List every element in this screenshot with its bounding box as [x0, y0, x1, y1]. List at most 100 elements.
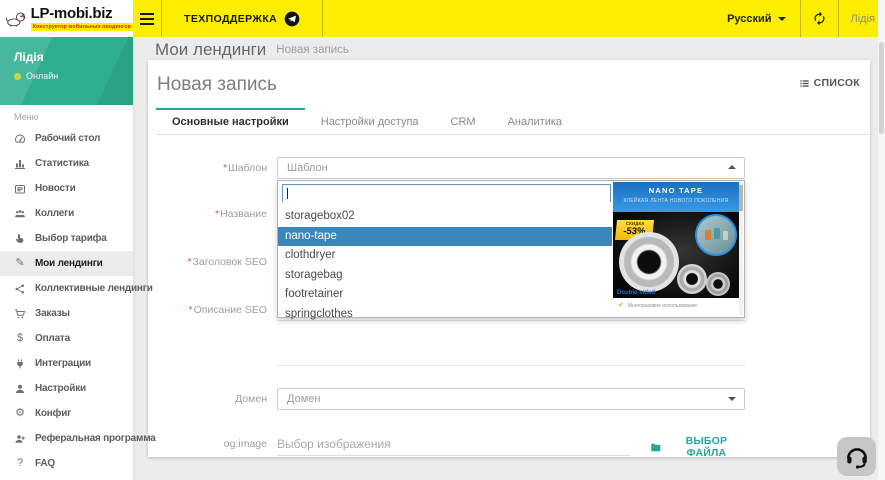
menu-label: Меню	[14, 112, 133, 122]
tape-roll-image	[706, 272, 730, 296]
language-label: Русский	[727, 13, 771, 25]
sidebar-item-referral[interactable]: Реферальная программа	[0, 426, 133, 451]
sidebar-item-orders[interactable]: Заказы	[0, 301, 133, 326]
sidebar-item-faq[interactable]: ? FAQ	[0, 451, 133, 476]
list-button-label: СПИСОК	[814, 77, 860, 89]
main-content: Мои лендинги Новая запись Новая запись С…	[133, 37, 885, 480]
preview-header: NANO TAPE КЛЕЙКАЯ ЛЕНТА НОВОГО ПОКОЛЕНИЯ	[613, 182, 739, 212]
list-button[interactable]: СПИСОК	[799, 77, 860, 89]
preview-title: NANO TAPE	[613, 187, 739, 195]
chevron-down-icon	[728, 397, 736, 401]
sidebar-item-payment[interactable]: $ Оплата	[0, 326, 133, 351]
tab-main-settings[interactable]: Основные настройки	[156, 108, 305, 134]
template-option-springclothes[interactable]: springclothes	[278, 305, 612, 325]
chevron-down-icon	[778, 17, 786, 21]
user-panel: Лідія Онлайн	[0, 37, 133, 105]
sidebar-menu: Рабочий стол Статистика Новости Коллеги …	[0, 126, 133, 476]
choose-file-label: ВЫБОР ФАЙЛА	[668, 435, 745, 459]
stats-icon	[13, 158, 27, 170]
og-image-placeholder: Выбор изображения	[277, 437, 391, 451]
headset-icon	[844, 444, 870, 470]
language-selector[interactable]: Русский	[713, 0, 799, 37]
menu-toggle-button[interactable]	[133, 0, 161, 37]
preview-feature-row: ✔ Многоразовое использование	[613, 298, 739, 313]
referral-icon	[13, 433, 27, 445]
online-status-dot	[14, 73, 21, 80]
preview-subtitle: КЛЕЙКАЯ ЛЕНТА НОВОГО ПОКОЛЕНИЯ	[613, 198, 739, 204]
template-field-row: *Шаблон Шаблон	[148, 157, 870, 179]
colleagues-icon	[13, 208, 27, 220]
refresh-icon	[812, 11, 827, 26]
dropdown-scrollbar[interactable]	[739, 183, 743, 315]
tab-access-settings[interactable]: Настройки доступа	[305, 108, 435, 134]
logo-title: LP-mobi.biz	[31, 6, 133, 21]
folder-icon	[650, 441, 662, 454]
tabs: Основные настройки Настройки доступа CRM…	[156, 108, 870, 135]
domain-field-row: Домен Домен	[148, 388, 870, 410]
dropdown-scrollbar-thumb[interactable]	[739, 185, 743, 211]
sidebar-item-collective-landings[interactable]: Коллективные лендинги	[0, 276, 133, 301]
sidebar-item-statistics[interactable]: Статистика	[0, 151, 133, 176]
page-scrollbar-thumb[interactable]	[879, 42, 884, 134]
card-title: Новая запись	[157, 74, 277, 96]
og-image-field-row: og:image Выбор изображения ВЫБОР ФАЙЛА	[148, 432, 870, 456]
sidebar-item-config[interactable]: ⚙ Конфиг	[0, 401, 133, 426]
preview-product-image: СКИДКА -53% Double-sided	[613, 212, 739, 298]
support-button[interactable]: ТЕХПОДДЕРЖКА	[162, 0, 322, 37]
domain-label: Домен	[148, 393, 267, 405]
template-select[interactable]: Шаблон	[277, 157, 745, 179]
page-scrollbar[interactable]	[878, 0, 885, 480]
support-chat-button[interactable]	[837, 437, 876, 476]
support-label: ТЕХПОДДЕРЖКА	[184, 13, 277, 25]
template-option-nano-tape[interactable]: nano-tape	[278, 227, 612, 247]
faq-icon: ?	[13, 458, 27, 469]
seo-description-label: *Описание SEO	[148, 304, 267, 316]
topbar-divider	[322, 0, 323, 37]
og-image-input[interactable]: Выбор изображения	[277, 432, 630, 456]
template-search[interactable]	[282, 184, 611, 202]
required-marker: *	[223, 162, 227, 174]
refresh-button[interactable]	[801, 0, 838, 37]
telegram-icon	[284, 11, 300, 27]
sidebar-item-integrations[interactable]: Интеграции	[0, 351, 133, 376]
domain-select[interactable]: Домен	[277, 388, 745, 410]
sidebar-item-tariff[interactable]: Выбор тарифа	[0, 226, 133, 251]
breadcrumb: Новая запись	[276, 44, 349, 56]
integrations-icon	[13, 358, 27, 370]
sidebar-user-status: Онлайн	[26, 71, 58, 81]
template-option-list: storagebox02 nano-tape clothdryer storag…	[278, 207, 612, 324]
my-landings-icon: ✎	[13, 258, 27, 269]
sidebar-user-name: Лідія	[14, 50, 133, 64]
template-option-footretainer[interactable]: footretainer	[278, 285, 612, 305]
settings-icon	[13, 383, 27, 395]
template-search-input[interactable]	[283, 187, 610, 203]
dashboard-icon	[13, 133, 27, 145]
logo[interactable]: LP-mobi.biz Конструктор мобильных лендин…	[0, 0, 133, 37]
seo-title-label: *Заголовок SEO	[148, 256, 267, 268]
config-icon: ⚙	[13, 408, 27, 419]
og-image-label: og:image	[148, 438, 267, 450]
domain-select-placeholder: Домен	[287, 393, 320, 405]
tab-analytics[interactable]: Аналитика	[492, 108, 578, 134]
orders-icon	[13, 308, 27, 320]
choose-file-button[interactable]: ВЫБОР ФАЙЛА	[650, 435, 745, 459]
sidebar-item-settings[interactable]: Настройки	[0, 376, 133, 401]
template-option-storagebox02[interactable]: storagebox02	[278, 207, 612, 227]
template-option-storagebag[interactable]: storagebag	[278, 266, 612, 286]
required-marker: *	[215, 208, 219, 220]
sidebar-item-news[interactable]: Новости	[0, 176, 133, 201]
sidebar-item-dashboard[interactable]: Рабочий стол	[0, 126, 133, 151]
template-option-clothdryer[interactable]: clothdryer	[278, 246, 612, 266]
sidebar: Лідія Онлайн Меню Рабочий стол Статистик…	[0, 37, 133, 480]
sidebar-item-my-landings[interactable]: ✎ Мои лендинги	[0, 251, 133, 276]
name-label: *Название	[148, 208, 267, 220]
preview-feature-text: Многоразовое использование	[628, 303, 697, 309]
app-root: LP-mobi.biz Конструктор мобильных лендин…	[0, 0, 885, 480]
tariff-icon	[13, 233, 27, 245]
tab-crm[interactable]: CRM	[435, 108, 492, 134]
required-marker: *	[189, 304, 193, 316]
news-icon	[13, 183, 27, 195]
sidebar-item-colleagues[interactable]: Коллеги	[0, 201, 133, 226]
preview-inset-photo	[695, 214, 737, 256]
text-cursor	[287, 188, 288, 199]
